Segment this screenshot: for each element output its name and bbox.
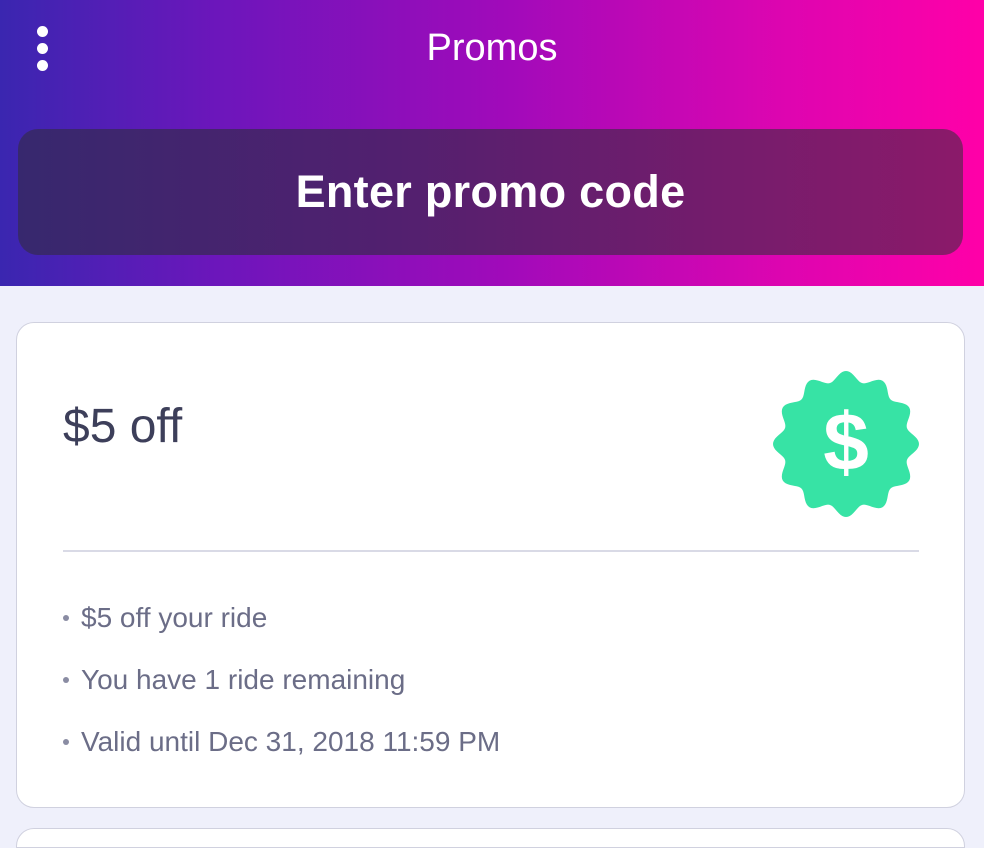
divider <box>63 550 919 552</box>
promo-detail-text: $5 off your ride <box>81 602 268 633</box>
header: Promos Enter promo code <box>0 0 984 286</box>
bullet <box>63 615 69 621</box>
svg-text:$: $ <box>823 397 869 488</box>
promo-card[interactable]: $5 off $ $5 off your ride You have 1 rid… <box>16 322 965 808</box>
promo-details-list: $5 off your ride You have 1 ride remaini… <box>63 587 500 773</box>
bullet <box>63 677 69 683</box>
promo-card[interactable] <box>16 828 965 848</box>
promo-detail-text: Valid until Dec 31, 2018 11:59 PM <box>81 726 501 757</box>
dollar-badge-icon: $ <box>773 371 919 517</box>
promo-detail-item: You have 1 ride remaining <box>63 649 500 711</box>
enter-promo-code-label: Enter promo code <box>295 166 686 217</box>
bullet <box>63 739 69 745</box>
promo-detail-item: Valid until Dec 31, 2018 11:59 PM <box>63 711 500 773</box>
promo-amount: $5 off <box>63 400 183 453</box>
page-title: Promos <box>426 27 558 69</box>
enter-promo-code-button[interactable]: Enter promo code <box>18 129 963 255</box>
promo-detail-item: $5 off your ride <box>63 587 500 649</box>
promo-detail-text: You have 1 ride remaining <box>81 664 406 695</box>
